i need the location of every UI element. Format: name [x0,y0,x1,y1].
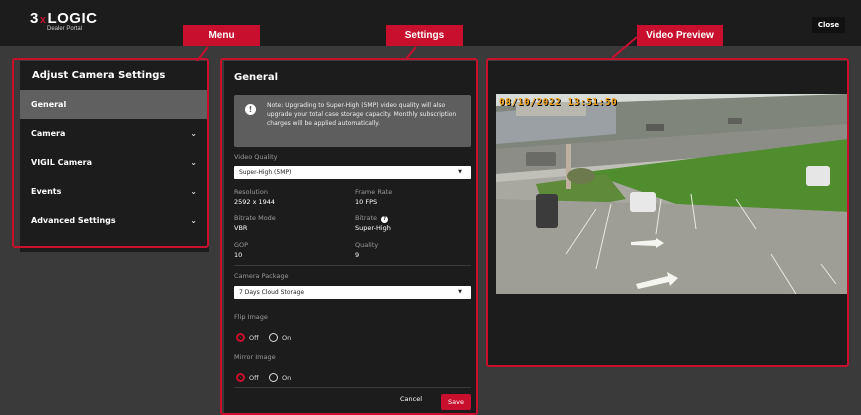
logo-wordmark: 3xLOGIC [30,10,97,27]
callout-settings: Settings [386,25,463,46]
brand-logo: 3xLOGIC Dealer Portal [30,10,97,32]
logo-x: x [39,14,47,26]
settings-highlight-frame [220,58,478,415]
video-highlight-frame [486,58,849,367]
menu-highlight-frame [12,58,209,248]
callout-video-preview: Video Preview [637,25,723,46]
logo-prefix: 3 [30,10,39,27]
logo-name: LOGIC [47,10,98,27]
close-button[interactable]: Close [812,17,845,33]
callout-menu: Menu [183,25,260,46]
